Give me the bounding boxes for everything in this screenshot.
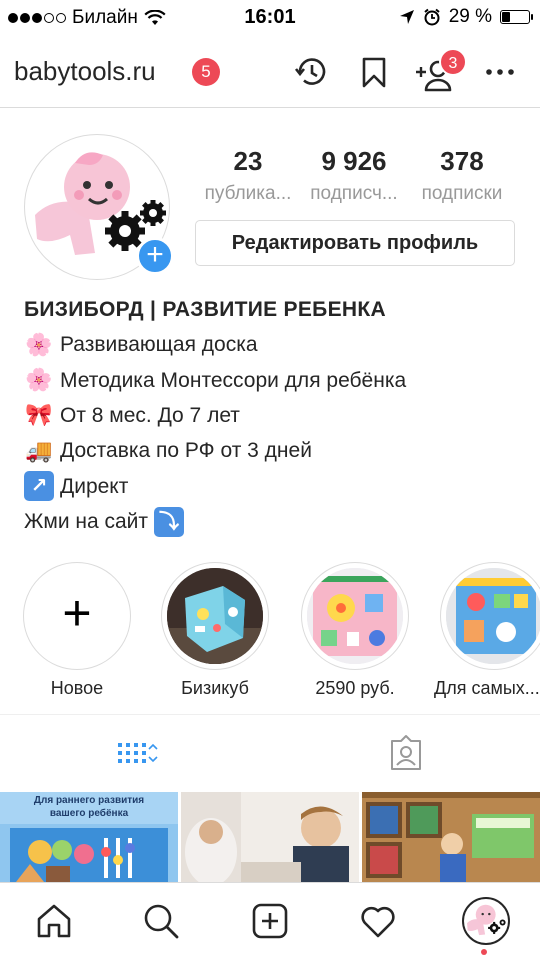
post-tile[interactable]: [362, 792, 540, 882]
stat-following[interactable]: 378 подписки: [410, 146, 514, 205]
bio-line-text: Директ: [60, 474, 129, 498]
posts-grid: Для раннего развития вашего ребёнка: [0, 792, 540, 882]
post-image: Для раннего развития вашего ребёнка: [0, 792, 178, 882]
bio-line-text: От 8 мес. До 7 лет: [60, 403, 240, 427]
post-caption-line-2: вашего ребёнка: [50, 807, 129, 819]
highlight-price[interactable]: 2590 руб.: [296, 562, 414, 699]
stat-followers-label: подписч...: [310, 183, 398, 204]
stat-posts-label: публика...: [204, 183, 292, 204]
bio-line-text: Доставка по РФ от 3 дней: [60, 439, 312, 463]
history-icon[interactable]: [291, 52, 331, 92]
bio-name: БИЗИБОРД | РАЗВИТИЕ РЕБЕНКА: [24, 298, 386, 321]
bio-line-text: Развивающая доска: [60, 333, 258, 357]
profile-tab-avatar[interactable]: [462, 897, 510, 945]
location-arrow-icon: [399, 10, 414, 24]
flower-emoji-icon: 🌸: [25, 331, 53, 357]
new-post-icon[interactable]: [250, 901, 290, 941]
bio-line-text: Жми на сайт: [24, 510, 149, 534]
plus-icon: +: [62, 585, 92, 641]
header-username[interactable]: babytools.ru: [14, 56, 156, 87]
post-tile[interactable]: [181, 792, 359, 882]
status-right: 29 %: [399, 6, 533, 28]
activity-heart-icon[interactable]: [358, 901, 398, 941]
highlight-circle[interactable]: [301, 562, 409, 670]
add-story-button[interactable]: +: [136, 237, 174, 275]
bio-line: 🎀 От 8 мес. До 7 лет: [24, 398, 524, 433]
profile-tabs: [0, 714, 540, 792]
tagged-photos-icon[interactable]: [384, 733, 428, 773]
more-icon[interactable]: [480, 52, 520, 92]
arrow-up-right-emoji-icon: ↗: [24, 471, 54, 502]
bottom-navigation: [0, 882, 540, 960]
highlight-new-circle[interactable]: +: [23, 562, 131, 670]
stat-posts[interactable]: 23 публика...: [196, 146, 300, 205]
grid-view-icon[interactable]: [116, 733, 160, 773]
post-image: [362, 792, 540, 882]
post-image: [181, 792, 359, 882]
alarm-icon: [424, 8, 440, 26]
battery-percent: 29 %: [448, 6, 492, 27]
highlight-youngest[interactable]: Для самых...: [434, 562, 540, 699]
bio-line: 🌸 Методика Монтессори для ребёнка: [24, 362, 524, 397]
highlight-label: Новое: [50, 678, 104, 698]
edit-profile-button[interactable]: Редактировать профиль: [195, 220, 515, 266]
arrow-down-emoji-icon: ⤵: [154, 506, 185, 537]
highlight-label: Бизикуб: [181, 678, 249, 698]
notification-badge[interactable]: 5: [192, 58, 220, 86]
stat-followers-value: 9 926: [321, 146, 387, 176]
bio-line: 🌸 Развивающая доска: [24, 327, 524, 362]
search-icon[interactable]: [141, 901, 181, 941]
profile-header: babytools.ru 5 3: [0, 36, 540, 108]
profile-activity-dot: [481, 949, 487, 955]
baby-logo-icon: [467, 904, 506, 936]
highlight-thumbnail: [446, 568, 540, 664]
status-bar: Билайн 16:01 29 %: [0, 0, 540, 36]
highlight-new[interactable]: + Новое: [18, 562, 136, 699]
truck-emoji-icon: 🚚: [25, 437, 53, 463]
stat-followers[interactable]: 9 926 подписч...: [302, 146, 406, 205]
bio-line[interactable]: Жми на сайт ⤵: [24, 504, 524, 539]
highlight-label: Для самых...: [434, 678, 540, 698]
highlight-circle[interactable]: [440, 562, 540, 670]
bio-line: 🚚 Доставка по РФ от 3 дней: [24, 433, 524, 468]
bio-line: ↗ Директ: [24, 469, 524, 504]
stat-following-label: подписки: [421, 183, 503, 204]
post-tile[interactable]: Для раннего развития вашего ребёнка: [0, 792, 178, 882]
people-badge[interactable]: 3: [439, 48, 467, 76]
highlight-thumbnail: [307, 568, 403, 664]
home-icon[interactable]: [34, 901, 74, 941]
bookmark-icon[interactable]: [354, 52, 394, 92]
highlight-thumbnail: [167, 568, 263, 664]
highlight-label: 2590 руб.: [315, 678, 395, 698]
stat-posts-value: 23: [233, 146, 263, 176]
highlight-circle[interactable]: [161, 562, 269, 670]
profile-bio: БИЗИБОРД | РАЗВИТИЕ РЕБЕНКА 🌸 Развивающа…: [24, 295, 524, 539]
stat-following-value: 378: [440, 146, 484, 176]
bio-line-text: Методика Монтессори для ребёнка: [60, 368, 407, 392]
battery-icon: [500, 10, 533, 24]
highlight-busycube[interactable]: Бизикуб: [156, 562, 274, 699]
post-caption-line-1: Для раннего развития: [34, 795, 144, 806]
ribbon-emoji-icon: 🎀: [25, 402, 53, 428]
flower-emoji-icon: 🌸: [25, 367, 53, 393]
